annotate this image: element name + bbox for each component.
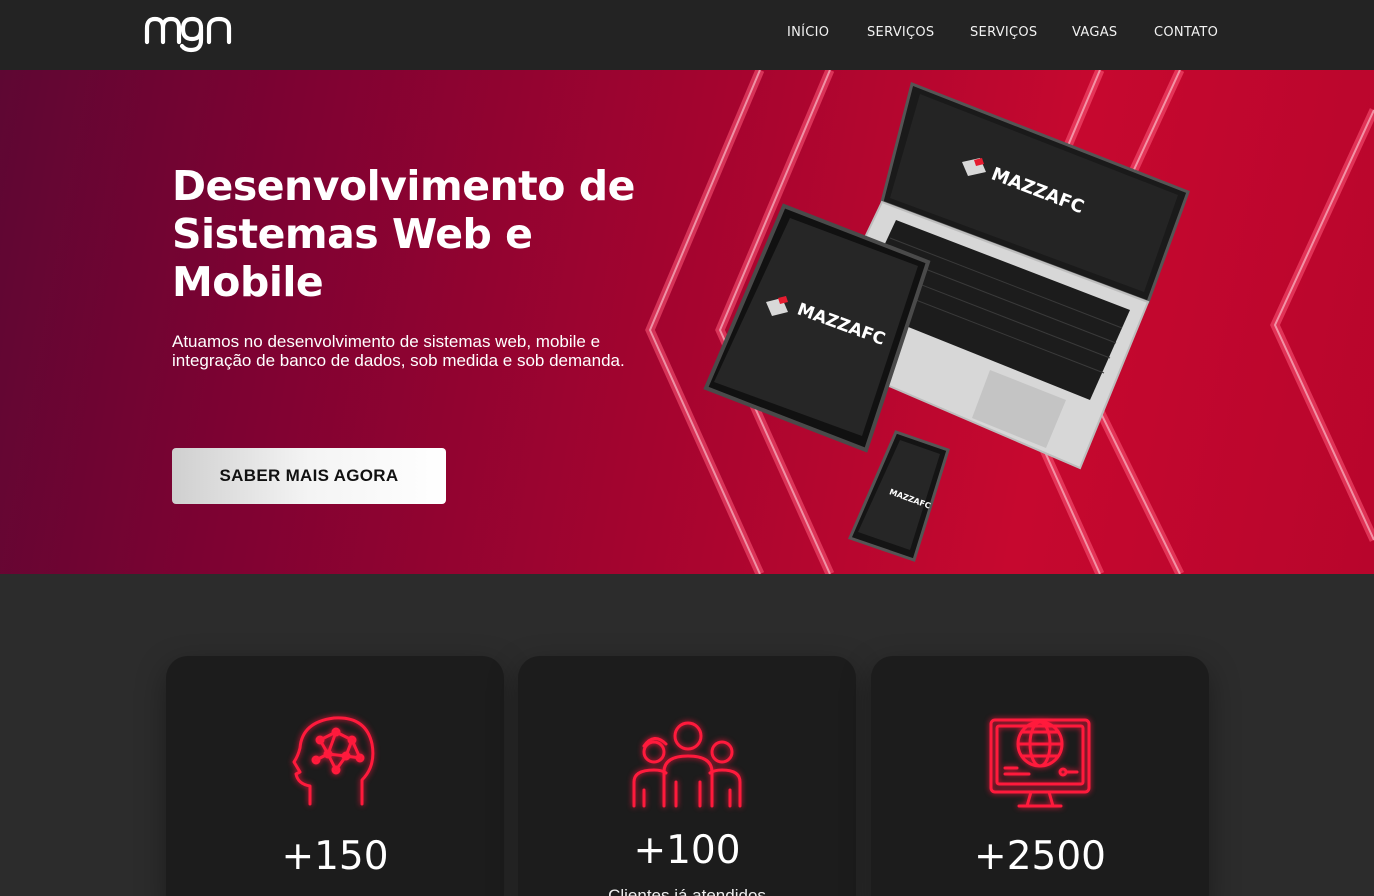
nav-item-vagas[interactable]: VAGAS bbox=[1072, 25, 1117, 40]
stat-value: +150 bbox=[281, 834, 389, 879]
stat-card-clients: +100 Clientes já atendidos bbox=[518, 656, 856, 896]
stat-card-systems: +2500 bbox=[871, 656, 1209, 896]
stat-value: +2500 bbox=[974, 834, 1106, 879]
devices-mockup-image: MAZZAFC MAZZAFC MAZZAFC bbox=[703, 81, 1190, 562]
learn-more-button[interactable]: SABER MAIS AGORA bbox=[172, 448, 446, 504]
main-nav: INÍCIO SERVIÇOS SERVIÇOS VAGAS CONTATO bbox=[0, 25, 1374, 45]
nav-item-contato[interactable]: CONTATO bbox=[1154, 25, 1218, 40]
hero-title: Desenvolvimento de Sistemas Web e Mobile bbox=[172, 162, 635, 306]
stat-value: +100 bbox=[633, 828, 741, 873]
brain-network-icon bbox=[280, 706, 390, 816]
nav-item-inicio[interactable]: INÍCIO bbox=[787, 25, 829, 40]
hero-subtitle: Atuamos no desenvolvimento de sistemas w… bbox=[172, 332, 625, 370]
navbar: INÍCIO SERVIÇOS SERVIÇOS VAGAS CONTATO bbox=[0, 0, 1374, 70]
monitor-globe-icon bbox=[985, 706, 1095, 816]
stat-label: Clientes já atendidos bbox=[608, 886, 766, 896]
nav-item-servicos-2[interactable]: SERVIÇOS bbox=[970, 25, 1037, 40]
stat-card-projects: +150 bbox=[166, 656, 504, 896]
people-group-icon bbox=[632, 706, 742, 816]
hero-banner: Desenvolvimento de Sistemas Web e Mobile… bbox=[0, 70, 1374, 574]
nav-item-servicos[interactable]: SERVIÇOS bbox=[867, 25, 934, 40]
